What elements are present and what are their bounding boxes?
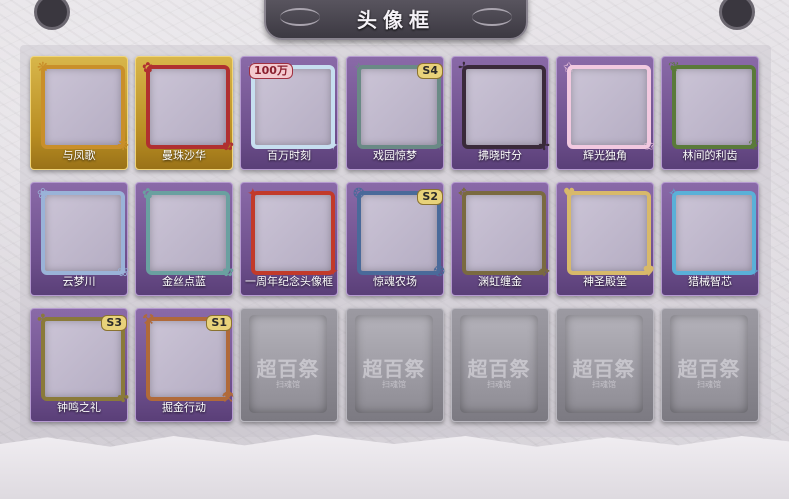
avatar-frame-preview: ✧ ✧ (668, 187, 760, 279)
avatar-frame-preview: ✩ ✩ (563, 61, 655, 153)
avatar-frame-card[interactable]: ♥ ♥ 神圣殿堂 (556, 182, 655, 296)
locked-watermark-subtext: 扫魂馆 (592, 380, 616, 389)
frame-ornament-icon: ✧ (668, 186, 680, 202)
locked-frame-placeholder: 超百祭 扫魂馆 (460, 315, 538, 413)
frame-ornament-icon: ✥ (458, 186, 470, 202)
corner-ornament-right-icon (719, 0, 755, 30)
avatar-frame-preview: ♥ ♥ (563, 187, 655, 279)
avatar-frame-name: 一周年纪念头像框 (245, 275, 333, 288)
frame-ornament-icon: ⚒ (142, 312, 155, 328)
frame-ornament-icon: ✿ (142, 186, 154, 202)
avatar-frame-name: 猎械智芯 (688, 275, 732, 288)
locked-frame-card[interactable]: 超百祭 扫魂馆 (240, 308, 338, 422)
frame-ornament-icon: ✩ (563, 60, 575, 76)
avatar-frame-name: 辉光独角 (583, 149, 627, 162)
title-ornament-right-icon (472, 8, 512, 26)
avatar-frame-card[interactable]: ✢ ✢ 拂晓时分 (451, 56, 550, 170)
avatar-frame-card[interactable]: ❀ ❀ 云梦川 (30, 182, 129, 296)
avatar-frame-preview: ✤ ✤ S3 (37, 313, 129, 405)
avatar-frame-name: 神圣殿堂 (583, 275, 627, 288)
title-plate: 头像框 (264, 0, 528, 40)
avatar-frame-preview: ✥ ✥ (458, 187, 550, 279)
frame-ornament-icon: ❦ (668, 60, 680, 76)
avatar-frame-name: 拂晓时分 (478, 149, 522, 162)
avatar-frame-card[interactable]: ✧ ✧ S4 戏园惊梦 (346, 56, 445, 170)
avatar-frame-preview: ✿ ✿ (142, 61, 234, 153)
locked-watermark-text: 超百祭 (362, 357, 426, 381)
avatar-frame-card[interactable]: ✿ ✿ 曼珠沙华 (135, 56, 234, 170)
avatar-frame-preview: ❀ ❀ (37, 187, 129, 279)
avatar-frame-card[interactable]: ❂ ❂ S2 惊魂农场 (346, 182, 445, 296)
avatar-frame-name: 与凤歌 (62, 149, 96, 162)
season-badge: S3 (101, 315, 127, 331)
locked-frame-placeholder: 超百祭 扫魂馆 (670, 315, 748, 413)
avatar-frame-preview: ✿ ✿ (142, 187, 234, 279)
corner-ornament-left-icon (34, 0, 70, 30)
avatar-frame-preview: ❋ ❋ (37, 61, 129, 153)
season-badge: S2 (417, 189, 443, 205)
avatar-frame-name: 百万时刻 (267, 149, 311, 162)
locked-watermark-subtext: 扫魂馆 (382, 380, 406, 389)
season-badge: S1 (206, 315, 232, 331)
avatar-frame-card[interactable]: ❦ ❦ 林间的利齿 (661, 56, 760, 170)
avatar-frame-name: 林间的利齿 (682, 149, 738, 162)
avatar-frame-card[interactable]: ✤ ✤ S3 钟鸣之礼 (30, 308, 129, 422)
avatar-frame-name: 戏园惊梦 (373, 149, 417, 162)
locked-watermark-subtext: 扫魂馆 (697, 380, 721, 389)
frame-collection-panel: 头像框 ❋❋与凤歌✿✿曼珠沙华✦✦100万百万时刻✧✧S4戏园惊梦✢✢拂晓时分✩… (0, 0, 789, 499)
locked-watermark-text: 超百祭 (467, 357, 531, 381)
avatar-frame-preview: ❦ ❦ (668, 61, 760, 153)
title-ornament-left-icon (280, 8, 320, 26)
avatar-frame-name: 掘金行动 (162, 401, 206, 414)
season-badge: S4 (417, 63, 443, 79)
avatar-frame-name: 曼珠沙华 (162, 149, 206, 162)
frame-ornament-icon: ✤ (37, 312, 49, 328)
locked-frame-placeholder: 超百祭 扫魂馆 (355, 315, 433, 413)
avatar-frame-name: 钟鸣之礼 (57, 401, 101, 414)
avatar-frame-card[interactable]: ✥ ✥ 渊虹缠金 (451, 182, 550, 296)
avatar-frame-card[interactable]: ✿ ✿ 金丝点蓝 (135, 182, 234, 296)
locked-frame-card[interactable]: 超百祭 扫魂馆 (556, 308, 654, 422)
avatar-frame-name: 惊魂农场 (373, 275, 417, 288)
frame-ornament-icon: ❀ (37, 186, 49, 202)
avatar-frame-name: 金丝点蓝 (162, 275, 206, 288)
bottom-paper-edge (0, 434, 789, 499)
avatar-frame-card[interactable]: ❋ ❋ 与凤歌 (30, 56, 129, 170)
frame-ornament-icon: ♥ (563, 186, 576, 202)
avatar-frame-preview: ✦✦100万 (247, 61, 339, 153)
locked-frame-card[interactable]: 超百祭 扫魂馆 (451, 308, 549, 422)
frame-ornament-icon: ❂ (353, 186, 365, 202)
avatar-frame-card[interactable]: ✩ ✩ 辉光独角 (556, 56, 655, 170)
locked-watermark-text: 超百祭 (256, 357, 320, 381)
season-badge: 100万 (249, 63, 293, 79)
avatar-frame-name: 云梦川 (62, 275, 96, 288)
avatar-frame-preview: ✦ ✦ (247, 187, 339, 279)
frame-ornament-icon: ❋ (37, 60, 49, 76)
frame-ornament-icon: ✿ (142, 60, 154, 76)
locked-frame-card[interactable]: 超百祭 扫魂馆 (661, 308, 759, 422)
locked-frame-placeholder: 超百祭 扫魂馆 (249, 315, 327, 413)
page-title: 头像框 (357, 7, 435, 32)
locked-watermark-subtext: 扫魂馆 (276, 380, 300, 389)
avatar-frame-preview: ❂ ❂ S2 (353, 187, 445, 279)
locked-watermark-subtext: 扫魂馆 (487, 380, 511, 389)
frame-ornament-icon: ✧ (353, 60, 365, 76)
avatar-frame-preview: ⚒ ⚒ S1 (142, 313, 234, 405)
avatar-frame-card[interactable]: ✦✦100万百万时刻 (240, 56, 339, 170)
frame-ornament-icon: ✢ (458, 60, 470, 76)
avatar-frame-card[interactable]: ✦ ✦ 一周年纪念头像框 (240, 182, 339, 296)
avatar-frame-card[interactable]: ✧ ✧ 猎械智芯 (661, 182, 760, 296)
avatar-frame-name: 渊虹缠金 (478, 275, 522, 288)
avatar-frame-preview: ✢ ✢ (458, 61, 550, 153)
locked-frame-placeholder: 超百祭 扫魂馆 (565, 315, 643, 413)
frame-ornament-icon: ✦ (247, 186, 259, 202)
locked-watermark-text: 超百祭 (572, 357, 636, 381)
avatar-frame-preview: ✧ ✧ S4 (353, 61, 445, 153)
locked-frame-card[interactable]: 超百祭 扫魂馆 (346, 308, 444, 422)
avatar-frame-card[interactable]: ⚒ ⚒ S1 掘金行动 (135, 308, 234, 422)
locked-watermark-text: 超百祭 (677, 357, 741, 381)
